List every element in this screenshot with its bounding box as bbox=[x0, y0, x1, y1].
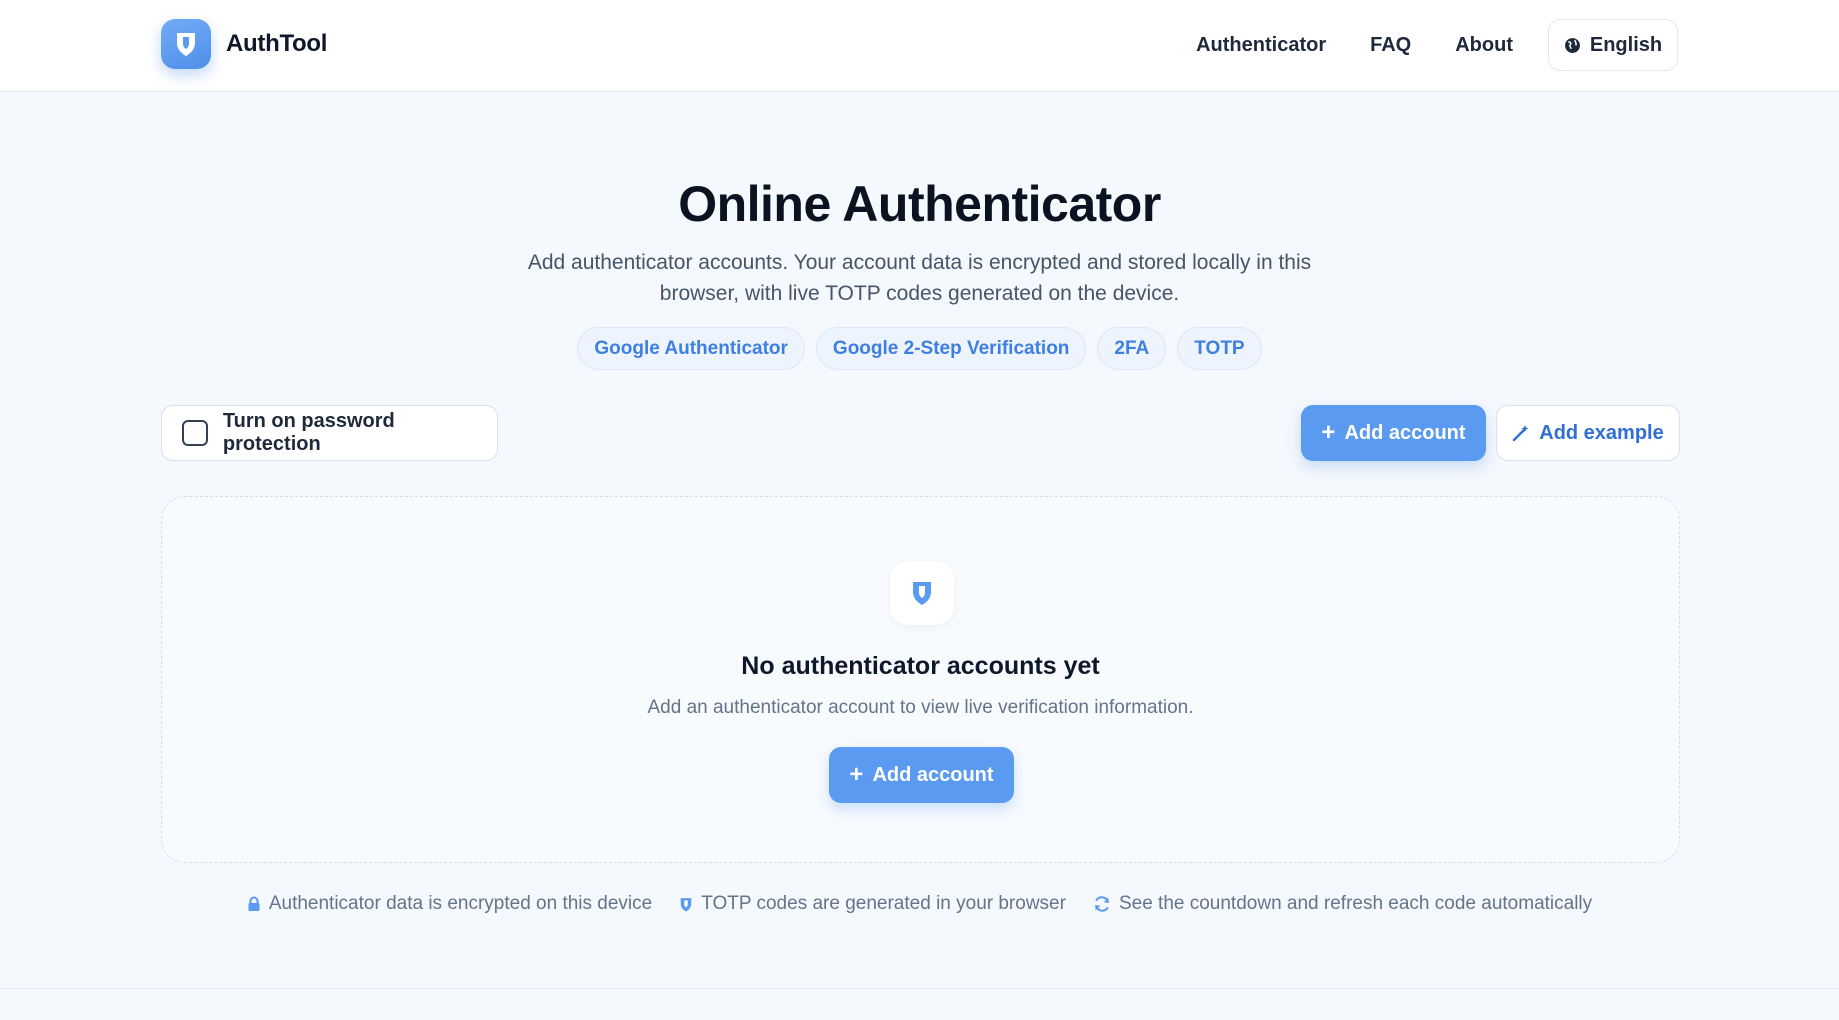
empty-state-description: Add an authenticator account to view liv… bbox=[647, 697, 1194, 718]
tag-google-authenticator: Google Authenticator bbox=[577, 327, 805, 370]
footer-divider bbox=[0, 988, 1839, 989]
keyword-tags: Google Authenticator Google 2-Step Verif… bbox=[0, 327, 1839, 370]
empty-add-account-button[interactable]: + Add account bbox=[829, 747, 1014, 803]
tag-google-2-step: Google 2-Step Verification bbox=[815, 327, 1087, 370]
password-protection-toggle[interactable]: Turn on password protection bbox=[161, 405, 498, 461]
tag-totp: TOTP bbox=[1177, 327, 1262, 370]
refresh-icon bbox=[1094, 896, 1109, 912]
hero: Online Authenticator Add authenticator a… bbox=[0, 175, 1839, 309]
shield-icon bbox=[680, 897, 692, 911]
language-selector[interactable]: English bbox=[1548, 19, 1678, 71]
brand-name: AuthTool bbox=[226, 30, 328, 57]
add-account-button[interactable]: + Add account bbox=[1301, 405, 1486, 461]
main-nav: Authenticator FAQ About English bbox=[1196, 19, 1678, 71]
tag-2fa: 2FA bbox=[1097, 327, 1167, 370]
brand-logo[interactable]: AuthTool bbox=[161, 19, 327, 69]
shield-logo-icon bbox=[161, 19, 211, 69]
site-header: AuthTool Authenticator FAQ About English bbox=[0, 0, 1839, 92]
feature-item: See the countdown and refresh each code … bbox=[1093, 893, 1592, 915]
page-title: Online Authenticator bbox=[678, 176, 1161, 232]
nav-faq[interactable]: FAQ bbox=[1370, 34, 1411, 57]
lock-icon bbox=[248, 896, 260, 911]
add-account-label: Add account bbox=[1344, 421, 1466, 444]
page-subtitle: Add authenticator accounts. Your account… bbox=[527, 251, 1312, 305]
feature-item: TOTP codes are generated in your browser bbox=[679, 893, 1066, 915]
feature-text: See the countdown and refresh each code … bbox=[1118, 893, 1593, 914]
plus-icon: + bbox=[1321, 419, 1336, 446]
add-example-button[interactable]: Add example bbox=[1496, 405, 1680, 461]
plus-icon: + bbox=[849, 761, 864, 788]
nav-about[interactable]: About bbox=[1455, 34, 1513, 57]
feature-item: Authenticator data is encrypted on this … bbox=[247, 893, 652, 915]
empty-state-title: No authenticator accounts yet bbox=[741, 652, 1100, 680]
password-protection-checkbox[interactable] bbox=[182, 420, 208, 446]
feature-text: TOTP codes are generated in your browser bbox=[701, 893, 1066, 914]
globe-icon bbox=[1564, 37, 1580, 53]
feature-list: Authenticator data is encrypted on this … bbox=[0, 893, 1839, 915]
empty-accounts-panel: No authenticator accounts yet Add an aut… bbox=[161, 496, 1680, 863]
shield-icon bbox=[890, 561, 954, 625]
magic-wand-icon bbox=[1513, 425, 1529, 442]
empty-add-account-label: Add account bbox=[872, 763, 994, 786]
nav-authenticator[interactable]: Authenticator bbox=[1196, 34, 1326, 57]
feature-text: Authenticator data is encrypted on this … bbox=[268, 893, 653, 914]
language-label: English bbox=[1589, 33, 1663, 56]
add-example-label: Add example bbox=[1539, 421, 1664, 444]
password-protection-label: Turn on password protection bbox=[222, 410, 395, 455]
